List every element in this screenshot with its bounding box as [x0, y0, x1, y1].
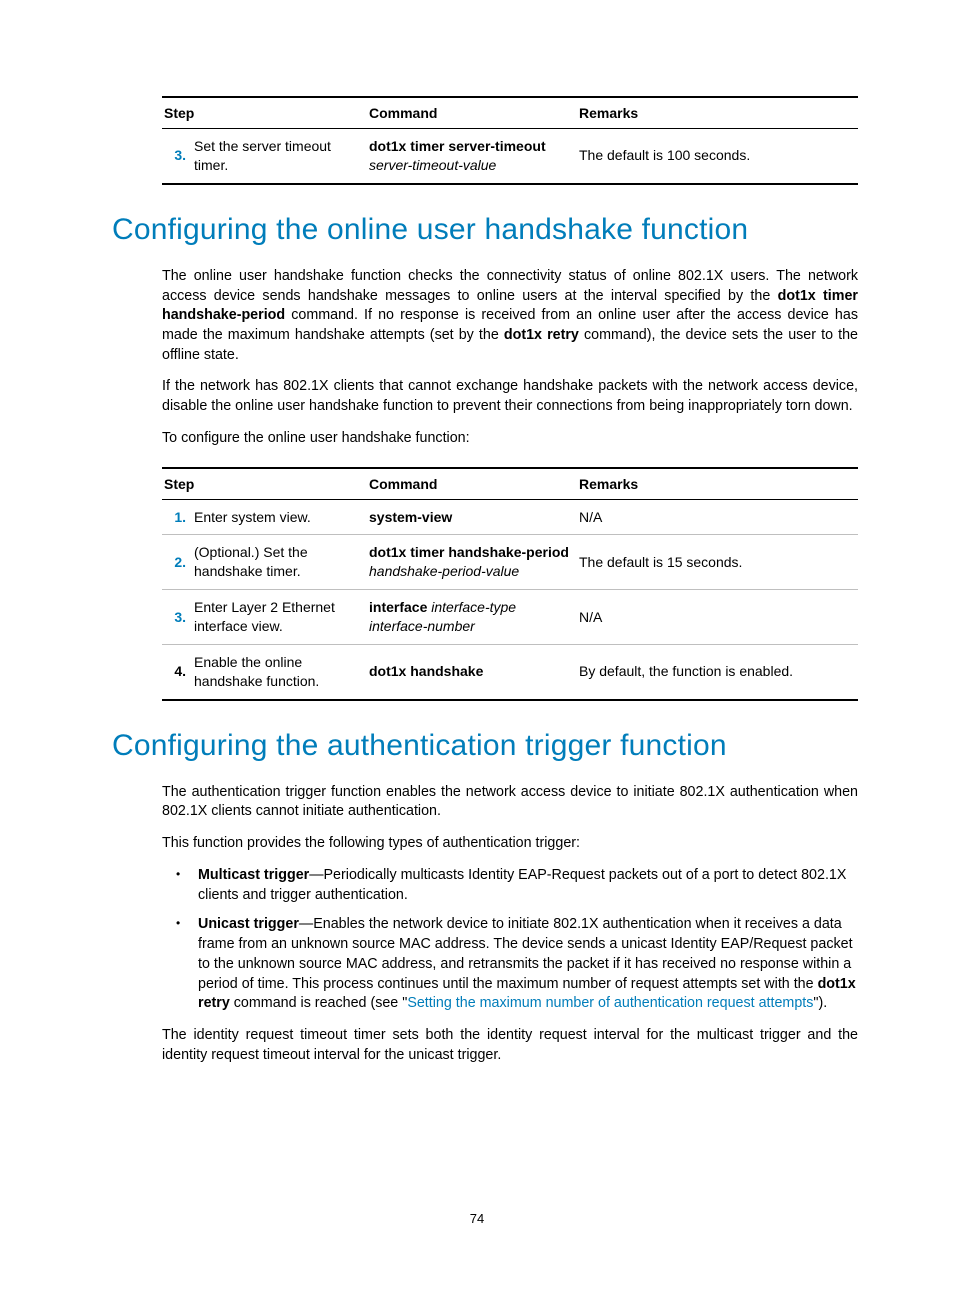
- remarks-cell: The default is 15 seconds.: [577, 535, 858, 590]
- table-row: 4. Enable the online handshake function.…: [162, 644, 858, 699]
- step-number: 3.: [162, 590, 192, 645]
- handshake-table: Step Command Remarks 1. Enter system vie…: [162, 467, 858, 701]
- th-step: Step: [162, 97, 367, 129]
- remarks-cell: N/A: [577, 499, 858, 535]
- command-cell: dot1x handshake: [367, 644, 577, 699]
- remarks-cell: The default is 100 seconds.: [577, 129, 858, 184]
- section1-body: The online user handshake function check…: [162, 267, 858, 701]
- top-table-wrap: Step Command Remarks 3. Set the server t…: [162, 96, 858, 185]
- handshake-para3: To configure the online user handshake f…: [162, 429, 858, 449]
- command-arg: server-timeout-value: [369, 157, 496, 173]
- remarks-cell: N/A: [577, 590, 858, 645]
- command-cell: system-view: [367, 499, 577, 535]
- step-desc: (Optional.) Set the handshake timer.: [192, 535, 367, 590]
- th-command: Command: [367, 468, 577, 500]
- step-number: 2.: [162, 535, 192, 590]
- command-cell: dot1x timer handshake-period handshake-p…: [367, 535, 577, 590]
- table-row: 3. Enter Layer 2 Ethernet interface view…: [162, 590, 858, 645]
- section-heading-auth-trigger: Configuring the authentication trigger f…: [112, 729, 858, 763]
- command-name: dot1x timer server-timeout: [369, 138, 546, 154]
- th-remarks: Remarks: [577, 468, 858, 500]
- step-desc: Enter system view.: [192, 499, 367, 535]
- table-row: 3. Set the server timeout timer. dot1x t…: [162, 129, 858, 184]
- step-number: 4.: [162, 644, 192, 699]
- trigger-types-list: Multicast trigger—Periodically multicast…: [162, 866, 858, 1014]
- th-remarks: Remarks: [577, 97, 858, 129]
- command-name: dot1x timer handshake-period: [369, 544, 569, 560]
- list-item: Multicast trigger—Periodically multicast…: [162, 866, 858, 905]
- command-name: dot1x handshake: [369, 663, 483, 679]
- remarks-cell: By default, the function is enabled.: [577, 644, 858, 699]
- section2-body: The authentication trigger function enab…: [162, 783, 858, 1066]
- authtrigger-para3: The identity request timeout timer sets …: [162, 1026, 858, 1065]
- command-name: interface: [369, 599, 427, 615]
- step-desc: Enter Layer 2 Ethernet interface view.: [192, 590, 367, 645]
- step-number: 1.: [162, 499, 192, 535]
- section-heading-handshake: Configuring the online user handshake fu…: [112, 213, 858, 247]
- page: Step Command Remarks 3. Set the server t…: [0, 0, 954, 1296]
- link-max-attempts[interactable]: Setting the maximum number of authentica…: [407, 995, 813, 1011]
- step-number: 3.: [162, 129, 192, 184]
- command-cell: interface interface-type interface-numbe…: [367, 590, 577, 645]
- command-arg: handshake-period-value: [369, 563, 519, 579]
- command-cell: dot1x timer server-timeout server-timeou…: [367, 129, 577, 184]
- authtrigger-para1: The authentication trigger function enab…: [162, 783, 858, 822]
- server-timeout-table: Step Command Remarks 3. Set the server t…: [162, 96, 858, 185]
- step-desc: Set the server timeout timer.: [192, 129, 367, 184]
- list-item: Unicast trigger—Enables the network devi…: [162, 915, 858, 1014]
- table-row: 2. (Optional.) Set the handshake timer. …: [162, 535, 858, 590]
- handshake-para2: If the network has 802.1X clients that c…: [162, 377, 858, 416]
- handshake-para1: The online user handshake function check…: [162, 267, 858, 366]
- th-step: Step: [162, 468, 367, 500]
- page-number: 74: [0, 1211, 954, 1226]
- step-desc: Enable the online handshake function.: [192, 644, 367, 699]
- command-name: system-view: [369, 509, 452, 525]
- authtrigger-para2: This function provides the following typ…: [162, 834, 858, 854]
- table-row: 1. Enter system view. system-view N/A: [162, 499, 858, 535]
- th-command: Command: [367, 97, 577, 129]
